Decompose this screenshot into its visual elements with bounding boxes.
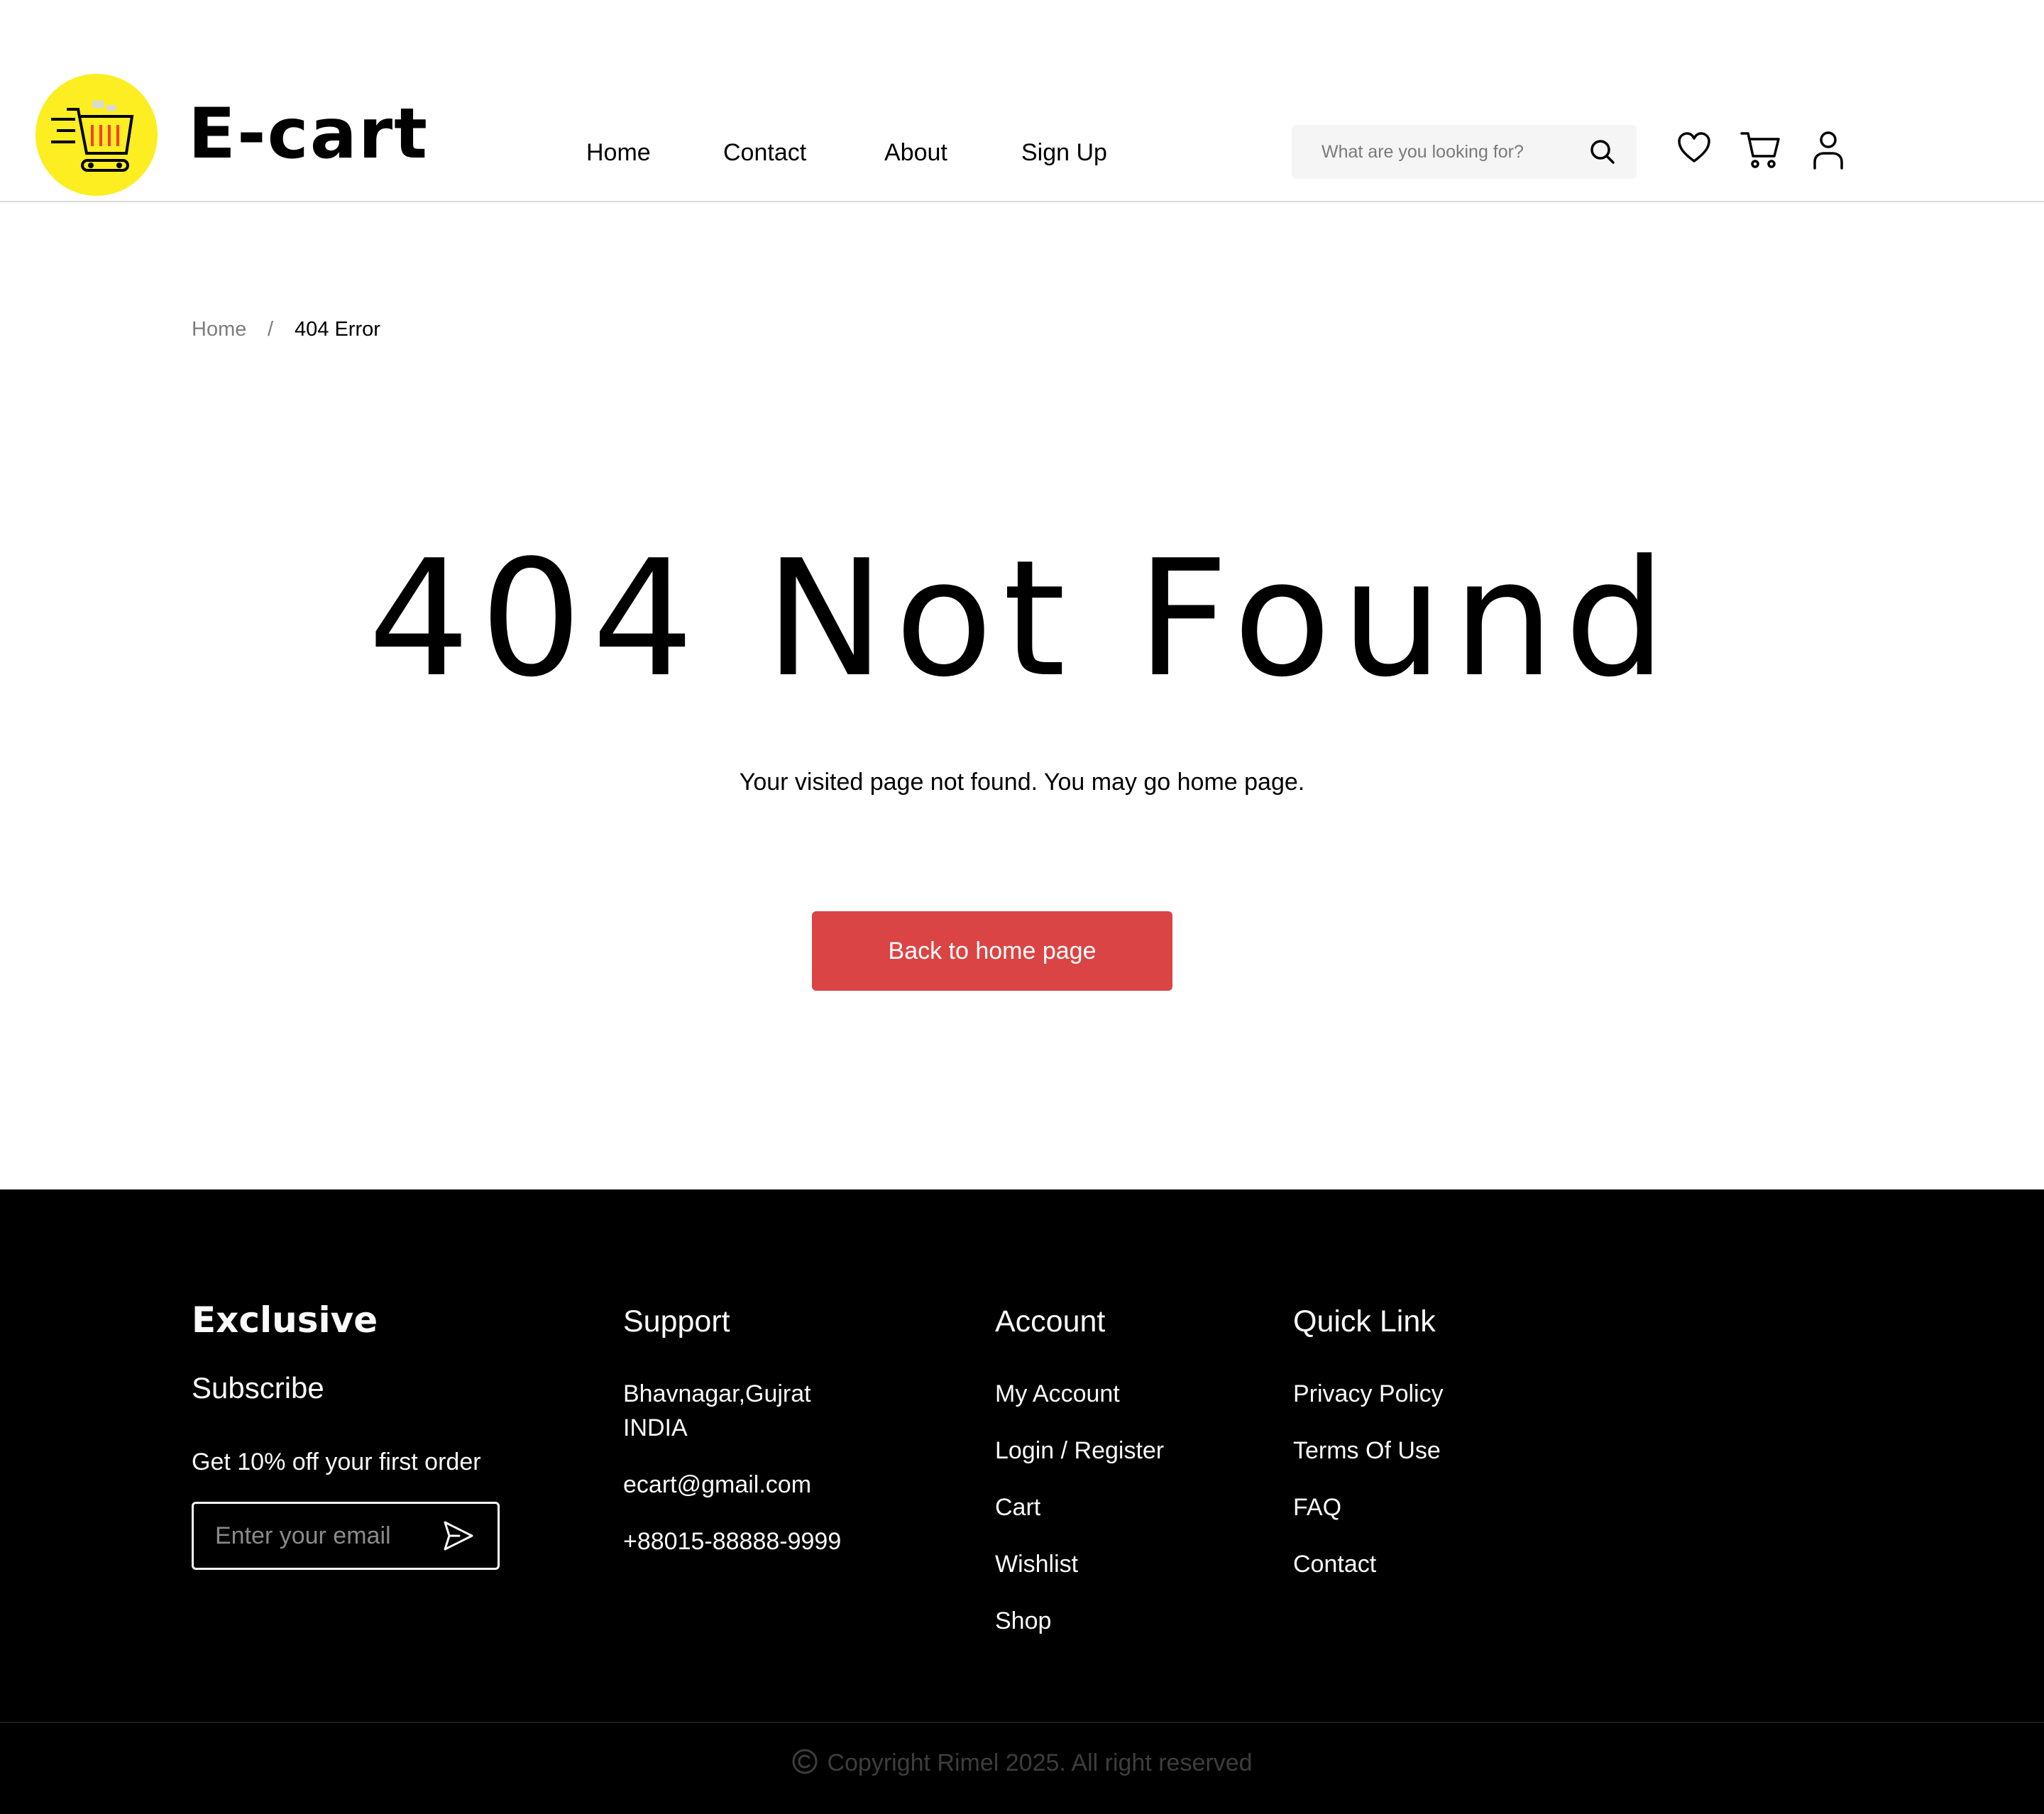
support-address-line2: INDIA [623,1414,688,1441]
email-input[interactable] [214,1504,441,1568]
support-heading: Support [623,1304,730,1338]
footer-brand: Exclusive [192,1299,378,1341]
footer-link-wishlist[interactable]: Wishlist [995,1549,1078,1580]
footer-link-shop[interactable]: Shop [995,1605,1051,1637]
back-to-home-button[interactable]: Back to home page [812,911,1172,991]
subscribe-heading: Subscribe [192,1371,324,1405]
nav-sign-up[interactable]: Sign Up [1021,137,1107,168]
search-bar [1292,125,1637,179]
support-address-line1: Bhavnagar,Gujrat [623,1380,811,1407]
copyright-bar: Copyright Rimel 2025. All right reserved [0,1747,2044,1779]
search-icon[interactable] [1588,138,1617,166]
quick-link-heading: Quick Link [1293,1304,1436,1338]
support-phone[interactable]: +88015-88888-9999 [623,1526,841,1557]
nav-home[interactable]: Home [586,137,651,168]
footer-link-terms-of-use[interactable]: Terms Of Use [1293,1435,1441,1466]
support-email[interactable]: ecart@gmail.com [623,1469,811,1500]
subscribe-offer: Get 10% off your first order [192,1449,481,1475]
footer-link-privacy-policy[interactable]: Privacy Policy [1293,1378,1444,1409]
send-icon[interactable] [442,1519,475,1552]
breadcrumb-separator: / [268,318,274,341]
breadcrumb-home[interactable]: Home [192,317,246,342]
heart-icon[interactable] [1676,131,1712,166]
footer-link-faq[interactable]: FAQ [1293,1492,1341,1523]
footer-divider [0,1722,2044,1723]
footer-link-login-register[interactable]: Login / Register [995,1435,1164,1466]
cart-logo-icon [51,101,134,172]
search-input[interactable] [1320,125,1576,179]
user-icon[interactable] [1813,131,1844,170]
nav-contact[interactable]: Contact [723,137,806,168]
nav-about[interactable]: About [884,137,947,168]
footer-link-my-account[interactable]: My Account [995,1378,1120,1409]
copyright-text: Copyright Rimel 2025. All right reserved [827,1749,1253,1776]
brand-name[interactable]: E-cart [188,99,429,169]
account-heading: Account [995,1304,1106,1338]
breadcrumb-current: 404 Error [295,318,380,341]
footer-link-contact[interactable]: Contact [1293,1549,1376,1580]
site-header: E-cart Home Contact About Sign Up [0,0,2044,202]
email-subscribe-box [192,1502,500,1570]
page-title: 404 Not Found [368,526,1676,713]
error-message: Your visited page not found. You may go … [739,769,1305,796]
cart-icon[interactable] [1740,131,1781,169]
copyright-icon [792,1749,818,1774]
logo[interactable] [35,74,158,196]
footer-link-cart[interactable]: Cart [995,1492,1040,1523]
site-footer: Exclusive Subscribe Get 10% off your fir… [0,1189,2044,1814]
